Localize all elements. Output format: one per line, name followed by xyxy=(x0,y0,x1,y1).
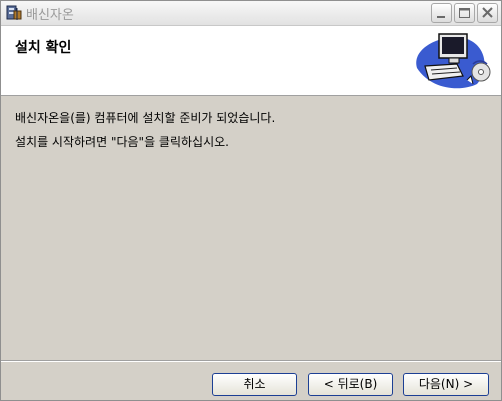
wizard-body: 배신자온을(를) 컴퓨터에 설치할 준비가 되었습니다. 설치를 시작하려면 "… xyxy=(1,96,501,360)
maximize-button[interactable] xyxy=(454,3,475,23)
close-icon xyxy=(482,7,493,18)
title-bar[interactable]: 배신자온 xyxy=(1,1,501,26)
maximize-icon xyxy=(459,8,470,18)
cancel-button[interactable]: 취소 xyxy=(212,373,297,396)
window-title: 배신자온 xyxy=(26,8,74,23)
ready-message: 배신자온을(를) 컴퓨터에 설치할 준비가 되었습니다. xyxy=(15,111,276,125)
wizard-header: 설치 확인 xyxy=(1,26,501,96)
minimize-button[interactable] xyxy=(431,3,452,23)
installer-window: 배신자온 설치 확인 배신자온을(를) 컴퓨터에 설치할 준비가 되었습니다. … xyxy=(0,0,502,401)
page-title: 설치 확인 xyxy=(15,40,72,56)
next-button[interactable]: 다음(N) > xyxy=(403,373,489,396)
instruction-message: 설치를 시작하려면 "다음"을 클릭하십시오. xyxy=(15,135,229,149)
back-button[interactable]: < 뒤로(B) xyxy=(308,373,393,396)
minimize-icon xyxy=(437,16,445,18)
close-button[interactable] xyxy=(477,3,498,23)
installer-app-icon xyxy=(6,5,22,20)
computer-install-icon xyxy=(416,33,491,89)
footer-divider xyxy=(1,360,501,362)
